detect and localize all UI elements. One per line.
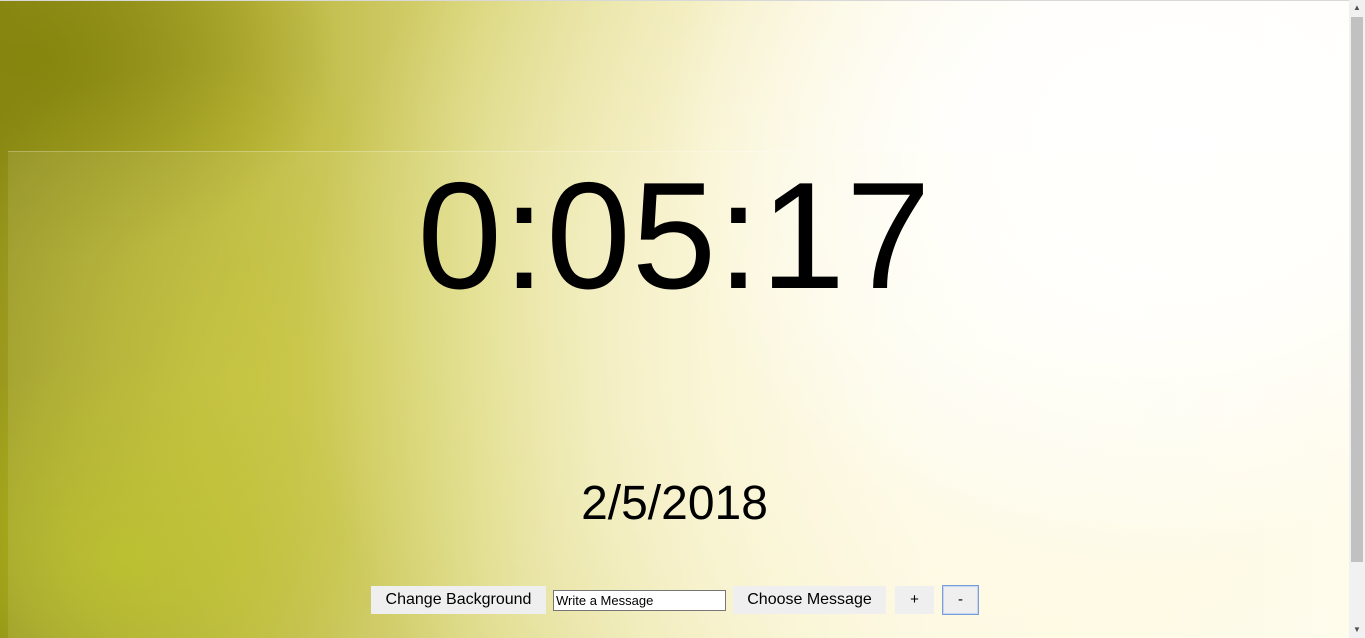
triangle-down-icon[interactable]: ▼ <box>1349 622 1365 638</box>
change-background-button[interactable]: Change Background <box>371 586 546 614</box>
message-input[interactable] <box>553 590 726 611</box>
date-display: 2/5/2018 <box>581 477 768 530</box>
controls-bar: Change Background Choose Message + - <box>0 585 1349 615</box>
triangle-up-icon[interactable]: ▲ <box>1349 0 1365 16</box>
page-background: 0:05:17 2/5/2018 Change Background Choos… <box>0 0 1365 638</box>
vertical-scrollbar[interactable]: ▲ ▼ <box>1349 0 1365 638</box>
scrollbar-thumb[interactable] <box>1351 17 1363 562</box>
plus-button[interactable]: + <box>895 586 934 614</box>
minus-button[interactable]: - <box>942 585 979 615</box>
timer-display: 0:05:17 <box>417 151 932 321</box>
top-border <box>0 0 1349 1</box>
choose-message-button[interactable]: Choose Message <box>733 586 886 614</box>
